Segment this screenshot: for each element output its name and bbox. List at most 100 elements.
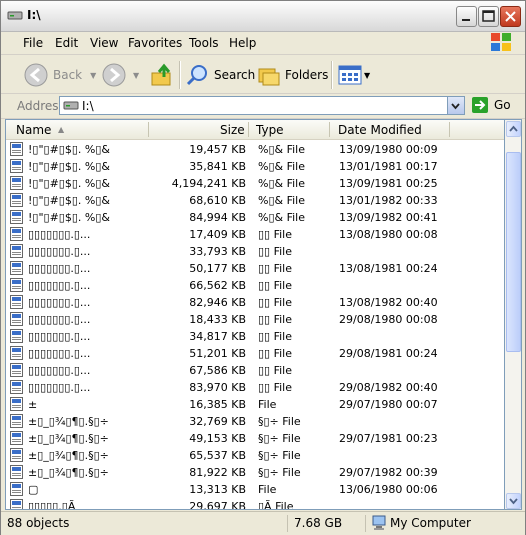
menu-help[interactable]: Help bbox=[229, 36, 256, 50]
file-name: ▯▯▯▯▯▯▯.▯... bbox=[28, 347, 91, 360]
file-name: ±▯_▯¾▯¶▯.§▯÷ bbox=[28, 415, 109, 428]
toolbar: Back ▼ ▼ Search Folders ▼ bbox=[1, 55, 525, 94]
table-row[interactable]: ±▯_▯¾▯¶▯.§▯÷ 49,153 KB §▯÷ File 29/07/1981 … bbox=[6, 430, 504, 447]
table-row[interactable]: ▯▯▯▯▯▯▯.▯... 67,586 KB ▯▯ File bbox=[6, 362, 504, 379]
file-date-modified: 13/06/1980 00:06 bbox=[339, 483, 438, 496]
status-total-size: 7.68 GB bbox=[294, 516, 343, 530]
maximize-button[interactable] bbox=[478, 6, 499, 27]
menu-tools[interactable]: Tools bbox=[189, 36, 219, 50]
file-size: 29,697 KB bbox=[189, 500, 246, 510]
close-button[interactable] bbox=[500, 6, 521, 27]
table-row[interactable]: ▯▯▯▯▯▯▯.▯... 51,201 KB ▯▯ File 29/08/1981 0… bbox=[6, 345, 504, 362]
column-divider[interactable] bbox=[329, 122, 330, 137]
file-date-modified: 13/08/1981 00:24 bbox=[339, 262, 438, 275]
table-row[interactable]: !▯"▯#▯$▯. %▯& 68,610 KB %▯& File 13/01/1982… bbox=[6, 192, 504, 209]
file-date-modified: 29/08/1980 00:08 bbox=[339, 313, 438, 326]
file-type: §▯÷ File bbox=[258, 449, 301, 462]
file-name: ±▯_▯¾▯¶▯.§▯÷ bbox=[28, 432, 109, 445]
menu-file[interactable]: File bbox=[23, 36, 43, 50]
address-value: I:\ bbox=[82, 99, 94, 113]
table-row[interactable]: ±16,385 KB File 29/07/1980 00:07 bbox=[6, 396, 504, 413]
scroll-thumb[interactable] bbox=[506, 152, 521, 352]
toolbar-separator bbox=[179, 61, 181, 89]
column-header-name[interactable]: Name bbox=[16, 123, 51, 137]
column-divider[interactable] bbox=[148, 122, 149, 137]
file-icon bbox=[10, 380, 23, 394]
file-type: %▯& File bbox=[258, 143, 305, 156]
table-row[interactable]: ±▯_▯¾▯¶▯.§▯÷ 32,769 KB §▯÷ File bbox=[6, 413, 504, 430]
address-dropdown-button[interactable] bbox=[447, 97, 464, 114]
file-name: !▯"▯#▯$▯. %▯& bbox=[28, 211, 110, 224]
file-date-modified: 13/08/1980 00:08 bbox=[339, 228, 438, 241]
maximize-icon bbox=[482, 10, 495, 22]
column-divider[interactable] bbox=[248, 122, 249, 137]
table-row[interactable]: !▯"▯#▯$▯. %▯& 35,841 KB %▯& File 13/01/1981… bbox=[6, 158, 504, 175]
search-button[interactable]: Search bbox=[186, 61, 255, 89]
vertical-scrollbar[interactable] bbox=[505, 119, 522, 510]
table-row[interactable]: ▯▯▯▯▯▯▯.▯... 83,970 KB ▯▯ File 29/08/1982 0… bbox=[6, 379, 504, 396]
column-divider[interactable] bbox=[449, 122, 450, 137]
file-size: 18,433 KB bbox=[189, 313, 246, 326]
file-type: ▯▯ File bbox=[258, 279, 293, 292]
chevron-down-icon bbox=[451, 103, 460, 110]
minimize-button[interactable] bbox=[456, 6, 477, 27]
forward-dropdown-icon[interactable]: ▼ bbox=[133, 71, 139, 80]
file-icon bbox=[10, 193, 23, 207]
file-type: %▯& File bbox=[258, 194, 305, 207]
chevron-up-icon bbox=[509, 125, 518, 132]
folders-button[interactable]: Folders bbox=[257, 61, 328, 89]
table-row[interactable]: ▢ 13,313 KB File 13/06/1980 00:06 bbox=[6, 481, 504, 498]
file-size: 32,769 KB bbox=[189, 415, 246, 428]
table-row[interactable]: ▯▯▯▯▯▯▯.▯... 33,793 KB ▯▯ File bbox=[6, 243, 504, 260]
file-icon bbox=[10, 465, 23, 479]
file-icon bbox=[10, 346, 23, 360]
file-date-modified: 13/09/1981 00:25 bbox=[339, 177, 438, 190]
file-icon bbox=[10, 210, 23, 224]
scroll-down-button[interactable] bbox=[506, 493, 521, 509]
address-input[interactable]: I:\ bbox=[59, 96, 465, 115]
file-size: 83,970 KB bbox=[189, 381, 246, 394]
file-list[interactable]: Name ▲ Size Type Date Modified !▯"▯#▯$▯.… bbox=[5, 119, 505, 510]
file-name: ▯▯▯▯▯▯▯.▯... bbox=[28, 245, 91, 258]
column-header-size[interactable]: Size bbox=[220, 123, 245, 137]
file-size: 81,922 KB bbox=[189, 466, 246, 479]
table-row[interactable]: !▯"▯#▯$▯. %▯& 84,994 KB %▯& File 13/09/1982… bbox=[6, 209, 504, 226]
table-row[interactable]: ▯▯▯▯▯▯▯.▯... 34,817 KB ▯▯ File bbox=[6, 328, 504, 345]
menu-view[interactable]: View bbox=[90, 36, 118, 50]
column-header-bar: Name ▲ Size Type Date Modified bbox=[6, 120, 504, 140]
table-row[interactable]: ▯▯▯▯▯.▯Ã 29,697 KB ▯Ã File bbox=[6, 498, 504, 510]
menu-edit[interactable]: Edit bbox=[55, 36, 78, 50]
go-button[interactable]: Go bbox=[471, 96, 511, 114]
column-header-date-modified[interactable]: Date Modified bbox=[338, 123, 422, 137]
file-date-modified: 29/07/1982 00:39 bbox=[339, 466, 438, 479]
table-row[interactable]: ▯▯▯▯▯▯▯.▯... 50,177 KB ▯▯ File 13/08/1981 0… bbox=[6, 260, 504, 277]
back-button[interactable]: Back ▼ bbox=[23, 61, 96, 89]
file-name: ▯▯▯▯▯▯▯.▯... bbox=[28, 279, 91, 292]
file-type: §▯÷ File bbox=[258, 466, 301, 479]
table-row[interactable]: ±▯_▯¾▯¶▯.§▯÷ 81,922 KB §▯÷ File 29/07/1982 … bbox=[6, 464, 504, 481]
up-folder-button[interactable] bbox=[150, 61, 174, 89]
scroll-up-button[interactable] bbox=[506, 121, 521, 137]
table-row[interactable]: ▯▯▯▯▯▯▯.▯... 66,562 KB ▯▯ File bbox=[6, 277, 504, 294]
file-name: ▯▯▯▯▯▯▯.▯... bbox=[28, 381, 91, 394]
file-date-modified: 29/07/1981 00:23 bbox=[339, 432, 438, 445]
menu-bar: File Edit View Favorites Tools Help bbox=[1, 32, 525, 55]
table-row[interactable]: ▯▯▯▯▯▯▯.▯... 82,946 KB ▯▯ File 13/08/1982 0… bbox=[6, 294, 504, 311]
table-row[interactable]: ▯▯▯▯▯▯▯.▯... 17,409 KB ▯▯ File 13/08/1980 0… bbox=[6, 226, 504, 243]
file-type: ▯▯ File bbox=[258, 228, 293, 241]
table-row[interactable]: ±▯_▯¾▯¶▯.§▯÷ 65,537 KB §▯÷ File bbox=[6, 447, 504, 464]
forward-button[interactable]: ▼ bbox=[101, 61, 139, 89]
status-object-count: 88 objects bbox=[7, 516, 70, 530]
file-name: ▯▯▯▯▯▯▯.▯... bbox=[28, 364, 91, 377]
views-dropdown-icon[interactable]: ▼ bbox=[364, 71, 370, 80]
back-dropdown-icon[interactable]: ▼ bbox=[90, 71, 96, 80]
windows-logo-icon bbox=[491, 33, 511, 51]
views-button[interactable]: ▼ bbox=[338, 61, 370, 89]
table-row[interactable]: !▯"▯#▯$▯. %▯& 19,457 KB %▯& File 13/09/1980… bbox=[6, 141, 504, 158]
title-bar[interactable]: I:\ bbox=[1, 1, 525, 32]
column-header-type[interactable]: Type bbox=[256, 123, 284, 137]
file-date-modified: 13/01/1981 00:17 bbox=[339, 160, 438, 173]
menu-favorites[interactable]: Favorites bbox=[128, 36, 182, 50]
table-row[interactable]: !▯"▯#▯$▯. %▯& 4,194,241 KB %▯& File 13/09/1… bbox=[6, 175, 504, 192]
table-row[interactable]: ▯▯▯▯▯▯▯.▯... 18,433 KB ▯▯ File 29/08/1980 0… bbox=[6, 311, 504, 328]
